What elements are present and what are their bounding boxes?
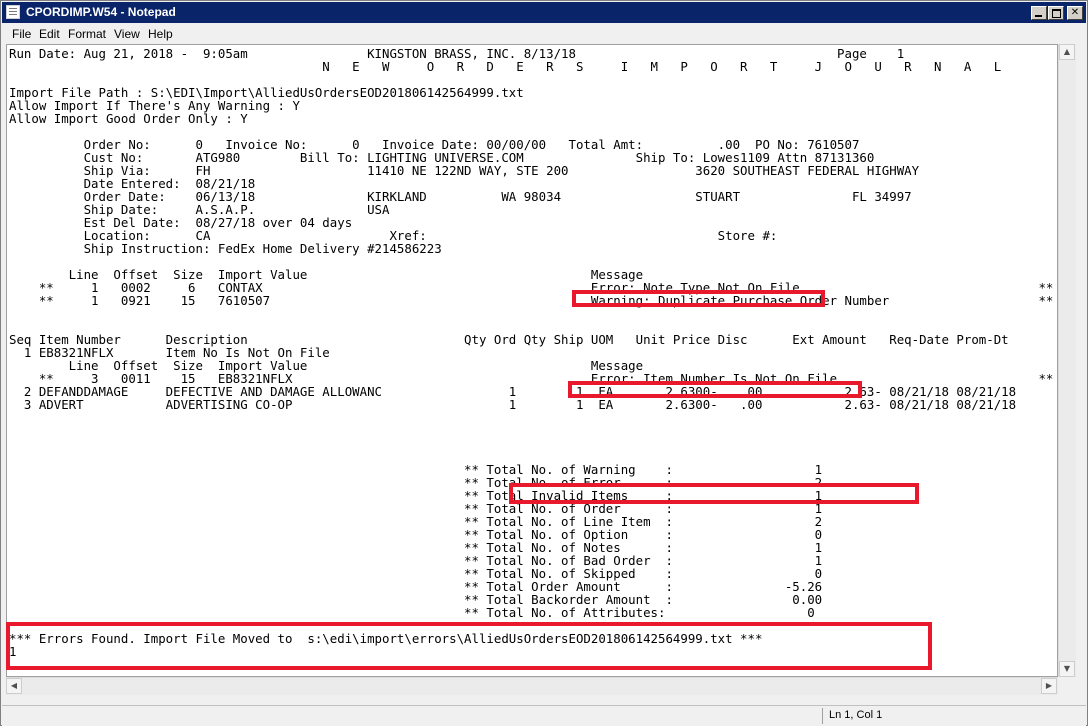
- status-bar: Ln 1, Col 1: [2, 705, 1086, 726]
- maximize-button[interactable]: [1048, 6, 1064, 20]
- menu-view[interactable]: View: [114, 27, 140, 41]
- highlight-error-count: [509, 483, 919, 504]
- title-bar[interactable]: CPORDIMP.W54 - Notepad ✕: [2, 2, 1086, 23]
- text-line: 3 ADVERT ADVERTISING CO-OP 1 1 EA 2.6300…: [9, 397, 1017, 412]
- status-cell: Ln 1, Col 1: [822, 708, 1083, 724]
- scroll-right-icon[interactable]: ▶: [1041, 678, 1057, 694]
- size-grip[interactable]: [1058, 677, 1076, 695]
- window-title: CPORDIMP.W54 - Notepad: [26, 5, 176, 19]
- menu-bar: File Edit Format View Help: [2, 24, 1086, 44]
- highlight-note-type-error: [572, 290, 825, 307]
- menu-edit[interactable]: Edit: [39, 27, 60, 41]
- horizontal-scrollbar[interactable]: ◀ ▶: [6, 677, 1058, 695]
- vertical-scrollbar[interactable]: ▲ ▼: [1058, 44, 1076, 677]
- text-line: ** 1 0921 15 7610507 Warning: Duplicate …: [9, 293, 1054, 308]
- text-line: Allow Import Good Order Only : Y: [9, 111, 248, 126]
- menu-file[interactable]: File: [12, 27, 31, 41]
- text-editor[interactable]: Run Date: Aug 21, 2018 - 9:05am KINGSTON…: [6, 44, 1058, 677]
- menu-format[interactable]: Format: [68, 27, 106, 41]
- close-button[interactable]: ✕: [1067, 6, 1083, 20]
- text-line: Ship Instruction: FedEx Home Delivery #2…: [9, 241, 442, 256]
- text-line: N E W O R D E R S I M P O R T J O U R N …: [9, 59, 1002, 74]
- notepad-icon: [6, 5, 20, 19]
- cursor-position: Ln 1, Col 1: [829, 709, 883, 721]
- menu-help[interactable]: Help: [148, 27, 173, 41]
- notepad-window: CPORDIMP.W54 - Notepad ✕ File Edit Forma…: [0, 0, 1088, 726]
- minimize-button[interactable]: [1031, 6, 1047, 20]
- scroll-left-icon[interactable]: ◀: [6, 678, 22, 694]
- scroll-up-icon[interactable]: ▲: [1059, 44, 1075, 60]
- text-line: ** Total No. of Attributes: 0: [9, 605, 815, 620]
- highlight-errors-found: [6, 622, 932, 670]
- scroll-down-icon[interactable]: ▼: [1059, 661, 1075, 677]
- highlight-item-number-error: [568, 381, 862, 398]
